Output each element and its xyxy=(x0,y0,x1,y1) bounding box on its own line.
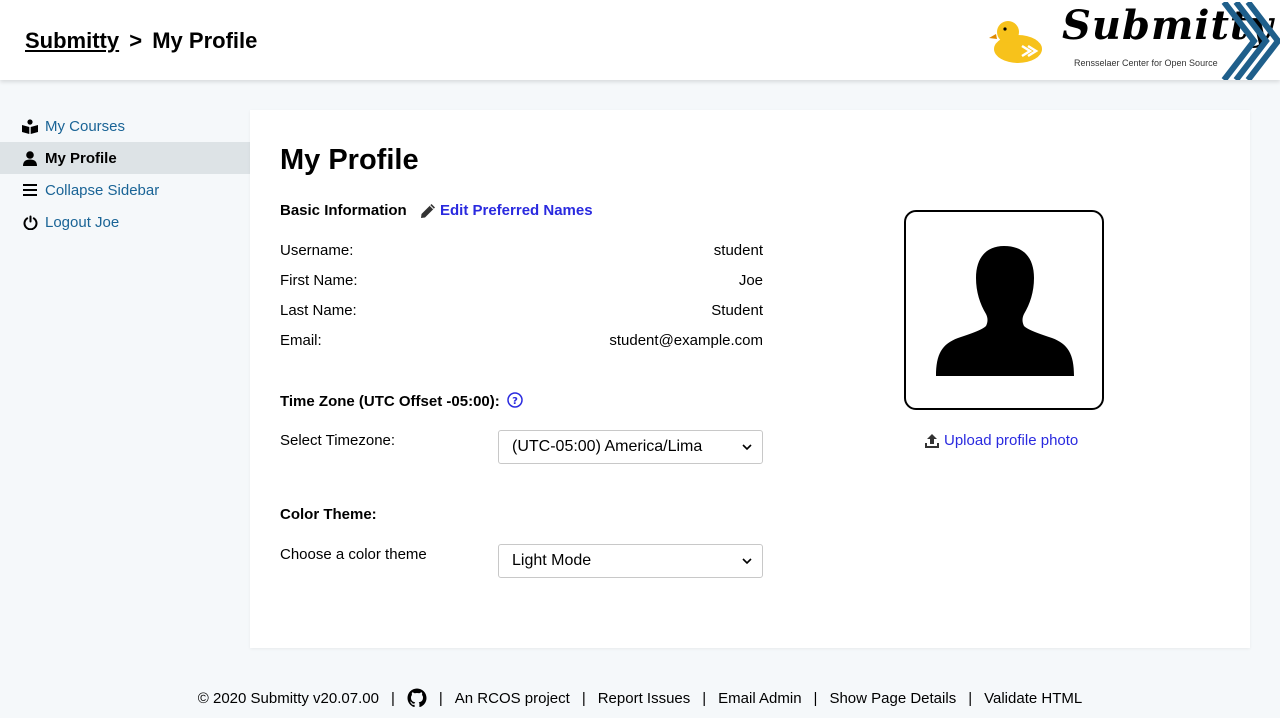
footer-divider: | xyxy=(813,689,818,707)
footer-email-admin-link[interactable]: Email Admin xyxy=(718,690,801,707)
book-reader-icon xyxy=(22,118,38,134)
github-icon[interactable] xyxy=(407,688,427,708)
basic-info-heading: Basic Information xyxy=(280,202,407,219)
sidebar-item-label: My Profile xyxy=(45,149,117,167)
sidebar: My Courses My Profile Collapse Sidebar L… xyxy=(0,110,250,238)
footer-divider: | xyxy=(390,689,395,707)
select-timezone-label: Select Timezone: xyxy=(280,432,396,449)
power-off-icon xyxy=(22,214,38,230)
choose-theme-label: Choose a color theme xyxy=(280,546,427,563)
chevron-down-icon xyxy=(742,444,752,451)
profile-panel: My Profile Basic Information Edit Prefer… xyxy=(250,110,1250,648)
field-value: student xyxy=(713,242,763,259)
footer-report-issues-link[interactable]: Report Issues xyxy=(598,690,691,707)
logo-chevrons-icon xyxy=(1221,2,1280,80)
page-title: My Profile xyxy=(280,144,419,176)
footer-divider: | xyxy=(438,689,443,707)
breadcrumb-separator: > xyxy=(129,28,143,53)
default-avatar-icon xyxy=(936,246,1074,376)
edit-preferred-names-label: Edit Preferred Names xyxy=(440,202,593,219)
logo-subtitle: Rensselaer Center for Open Source xyxy=(1074,58,1218,68)
breadcrumb: Submitty > My Profile xyxy=(25,28,257,54)
sidebar-item-collapse-sidebar[interactable]: Collapse Sidebar xyxy=(0,174,250,206)
footer-divider: | xyxy=(581,689,586,707)
field-value: Joe xyxy=(738,272,763,289)
user-icon xyxy=(22,150,38,166)
sidebar-item-my-profile[interactable]: My Profile xyxy=(0,142,250,174)
theme-select-value: Light Mode xyxy=(512,552,592,569)
chevron-down-icon xyxy=(742,558,752,565)
bars-icon xyxy=(22,182,38,198)
upload-profile-photo-label: Upload profile photo xyxy=(944,432,1079,449)
footer-divider: | xyxy=(968,689,973,707)
question-circle-icon[interactable]: ? xyxy=(507,392,523,408)
pencil-icon xyxy=(421,203,435,218)
footer-validate-html-link[interactable]: Validate HTML xyxy=(984,690,1082,707)
field-value: student@example.com xyxy=(609,332,763,349)
sidebar-item-logout[interactable]: Logout Joe xyxy=(0,206,250,238)
field-label: Last Name: xyxy=(280,302,357,319)
timezone-select-value: (UTC-05:00) America/Lima xyxy=(512,438,703,455)
footer: © 2020 Submitty v20.07.00 | | An RCOS pr… xyxy=(0,688,1280,708)
sidebar-item-label: My Courses xyxy=(45,117,126,135)
field-label: Email: xyxy=(280,332,322,349)
sidebar-item-label: Collapse Sidebar xyxy=(45,181,160,199)
timezone-heading-text: Time Zone (UTC Offset -05:00): xyxy=(280,393,500,410)
upload-profile-photo-link[interactable]: Upload profile photo xyxy=(924,432,1078,449)
sidebar-item-my-courses[interactable]: My Courses xyxy=(0,110,250,142)
breadcrumb-current: My Profile xyxy=(152,28,258,53)
color-theme-heading: Color Theme: xyxy=(280,506,377,523)
duck-logo-icon xyxy=(989,21,1042,63)
footer-rcos-link[interactable]: An RCOS project xyxy=(455,690,570,707)
edit-preferred-names-link[interactable]: Edit Preferred Names xyxy=(420,202,593,219)
footer-divider: | xyxy=(702,689,707,707)
field-label: First Name: xyxy=(280,272,358,289)
upload-icon xyxy=(925,433,939,448)
footer-copyright: © 2020 Submitty v20.07.00 xyxy=(197,689,379,707)
profile-photo xyxy=(904,210,1104,410)
sidebar-item-label: Logout Joe xyxy=(45,213,120,231)
footer-show-page-details-link[interactable]: Show Page Details xyxy=(829,690,956,707)
top-header: Submitty > My Profile Submitty Rensselae… xyxy=(0,0,1280,80)
field-label: Username: xyxy=(280,242,354,259)
theme-select[interactable]: Light Mode xyxy=(498,544,763,578)
timezone-select[interactable]: (UTC-05:00) America/Lima xyxy=(498,430,763,464)
svg-text:?: ? xyxy=(512,396,518,407)
timezone-heading: Time Zone (UTC Offset -05:00): ? xyxy=(280,392,523,410)
breadcrumb-home-link[interactable]: Submitty xyxy=(25,28,119,53)
field-value: Student xyxy=(711,302,763,319)
submitty-logo[interactable]: Submitty Rensselaer Center for Open Sour… xyxy=(1060,2,1280,80)
